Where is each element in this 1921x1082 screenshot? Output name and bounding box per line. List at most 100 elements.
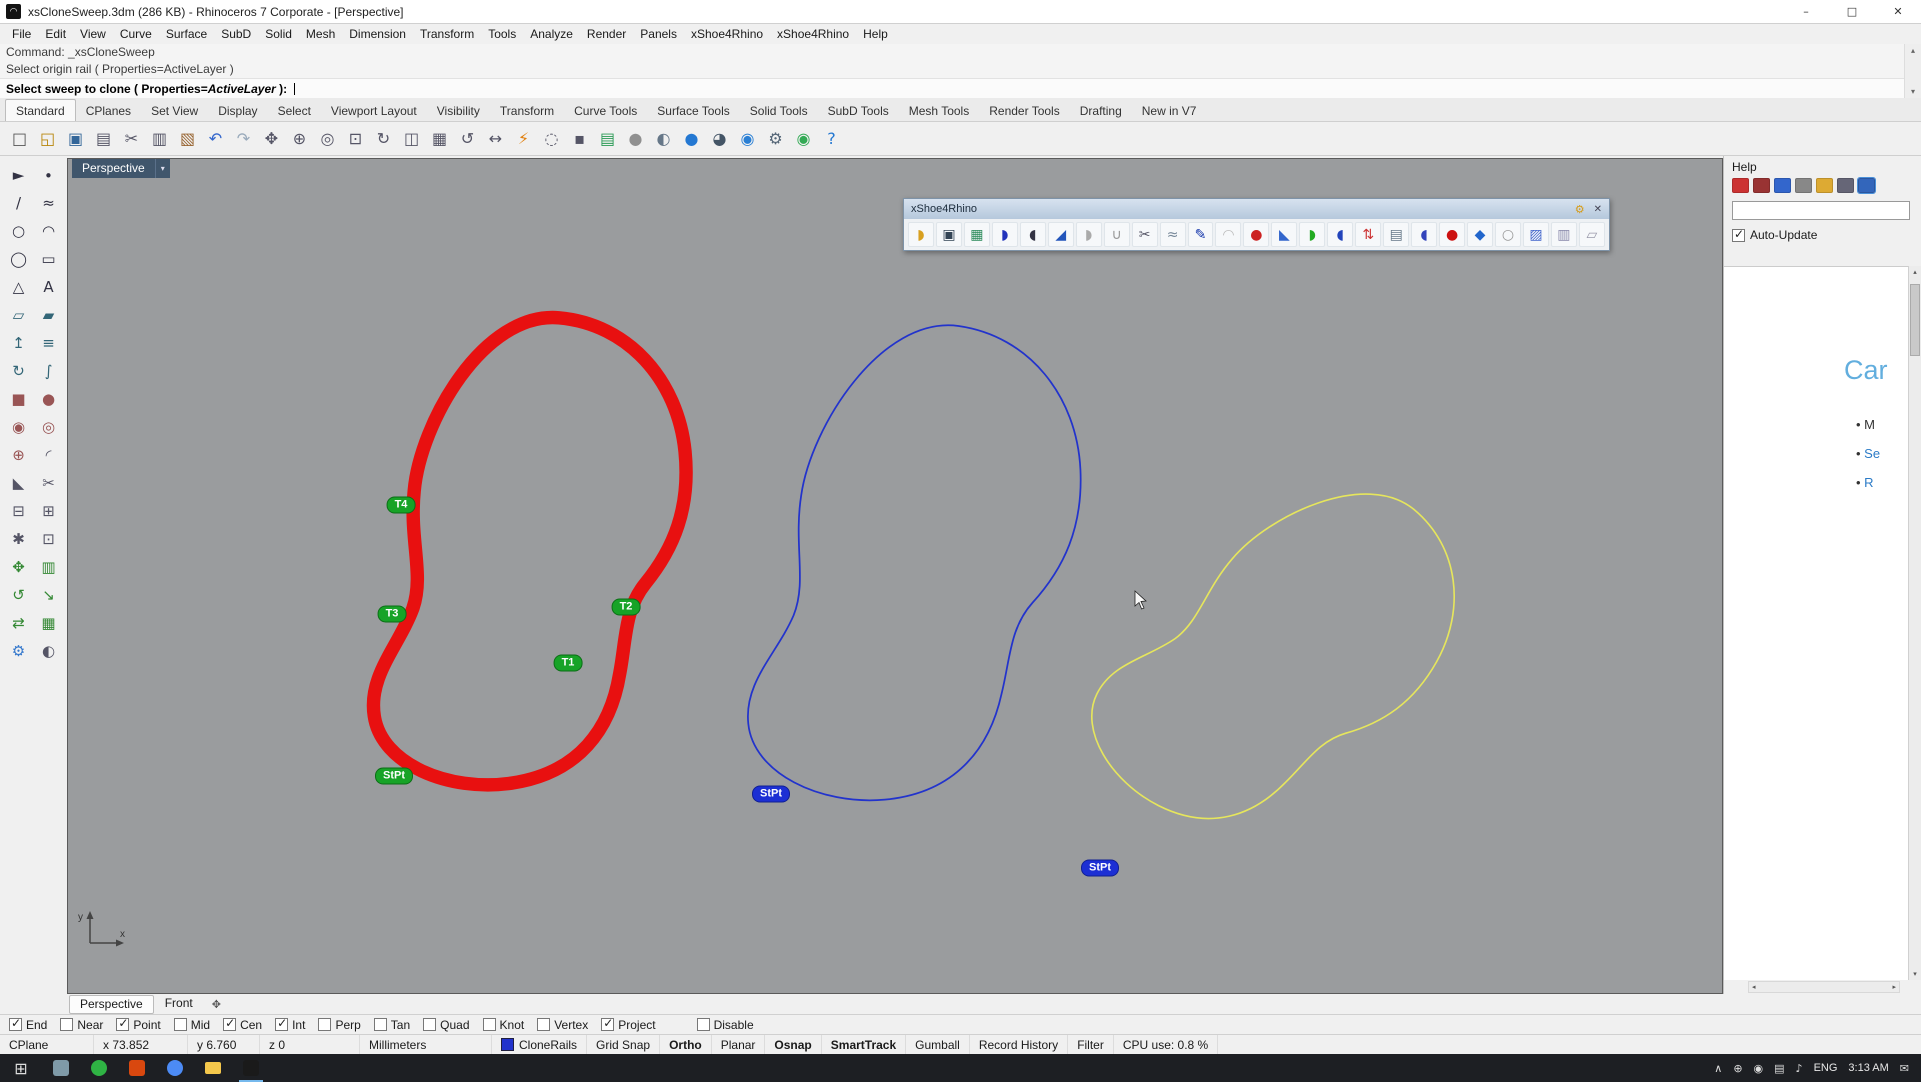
origin-rail-curve[interactable] [366,309,694,794]
curve-icon[interactable]: ≈ [34,189,63,216]
viewport-tab[interactable]: Perspective [69,994,154,1014]
rotate-view-icon[interactable]: ↻ [370,125,397,152]
shield-icon[interactable]: ◉ [1754,1062,1764,1075]
app-green[interactable] [80,1054,118,1082]
rectangle-icon[interactable]: ▭ [34,245,63,272]
menu-item[interactable]: View [73,25,113,43]
wedge-icon[interactable]: ◢ [1047,222,1074,247]
help-sphere-icon[interactable]: ? [818,125,845,152]
toolbar-group-tab[interactable]: CPlanes [76,100,141,121]
help-search-input[interactable] [1732,201,1910,220]
undo-view-icon[interactable]: ↺ [454,125,481,152]
osnap-checkbox[interactable] [318,1018,332,1031]
extrude-icon[interactable]: ↥ [4,329,33,356]
menu-item[interactable]: Surface [159,25,214,43]
help-link[interactable]: R [1856,475,1880,504]
sweep-icon[interactable]: ∫ [34,357,63,384]
viewport-canvas[interactable] [68,159,1723,994]
sketch-pen-icon[interactable]: ✎ [1187,222,1214,247]
ellipse-icon[interactable]: ◯ [4,245,33,272]
command-history[interactable]: Command: _xsCloneSweep Select origin rai… [0,44,1921,98]
statusbar-segment[interactable]: Planar [712,1035,766,1054]
last-dark-icon[interactable]: ◖ [1019,222,1046,247]
osnap-checkbox[interactable] [173,1018,187,1031]
statusbar-segment[interactable]: z 0 [260,1035,360,1054]
green-globe-icon[interactable]: ◉ [790,125,817,152]
open-file-icon[interactable]: ◱ [34,125,61,152]
display-icon[interactable]: ▤ [1774,1062,1784,1075]
layers-panel-icon[interactable] [1753,178,1770,193]
close-button[interactable]: ✕ [1875,0,1921,23]
menu-item[interactable]: Curve [113,25,159,43]
menu-item[interactable]: Solid [258,25,299,43]
rendered-sphere-icon[interactable]: ◕ [706,125,733,152]
statusbar-segment[interactable]: y 6.760 [188,1035,260,1054]
osnap-checkbox[interactable] [275,1016,289,1031]
menu-item[interactable]: Analyze [523,25,580,43]
palette-titlebar[interactable]: xShoe4Rhino ⚙ ✕ [904,199,1609,219]
menu-item[interactable]: SubD [214,25,258,43]
save-icon[interactable]: ▣ [62,125,89,152]
trim-icon[interactable]: ✂ [34,469,63,496]
osnap-toggle[interactable]: Knot [482,1018,524,1032]
toolbar-group-tab[interactable]: Surface Tools [647,100,740,121]
explode-icon[interactable]: ✱ [4,525,33,552]
viewport-title[interactable]: Perspective ▾ [72,159,170,178]
sheet-icon[interactable]: ▱ [1578,222,1605,247]
viewport-title-label[interactable]: Perspective [72,159,155,178]
toolbar-group-tab[interactable]: SubD Tools [818,100,899,121]
quarter-icon[interactable]: ◣ [1271,222,1298,247]
layers-tool-icon[interactable]: ▥ [1550,222,1577,247]
osnap-toggle[interactable]: End [9,1016,47,1032]
redo-icon[interactable]: ↷ [230,125,257,152]
osnap-checkbox[interactable] [537,1018,551,1031]
help-scroll-thumb[interactable] [1910,284,1920,356]
box-icon[interactable]: ■ [4,385,33,412]
paste-icon[interactable]: ▧ [174,125,201,152]
scroll-down-icon[interactable]: ▾ [1913,970,1917,978]
revolve-icon[interactable]: ↻ [4,357,33,384]
toolbar-group-tab[interactable]: Display [208,100,267,121]
toolbar-group-tab[interactable]: Viewport Layout [321,100,427,121]
hide-objects-icon[interactable]: ◌ [538,125,565,152]
statusbar-segment[interactable]: Millimeters [360,1035,492,1054]
perspective-viewport[interactable]: Perspective ▾ T4 T3 T2 T1 StPt StPt StPt xShoe… [67,158,1723,994]
copy-tool-icon[interactable]: ▥ [34,553,63,580]
menu-item[interactable]: Mesh [299,25,342,43]
statusbar-segment[interactable]: CloneRails [492,1035,588,1054]
osnap-toggle[interactable]: Mid [173,1018,210,1032]
select-arrow-icon[interactable]: ► [4,161,33,188]
display-panel-icon[interactable] [1774,178,1791,193]
osnap-toggle[interactable]: Near [60,1018,103,1032]
statusbar-segment[interactable]: x 73.852 [94,1035,188,1054]
auto-update-checkbox[interactable] [1732,227,1745,242]
polygon-icon[interactable]: △ [4,273,33,300]
osnap-checkbox[interactable] [696,1018,710,1031]
scale-icon[interactable]: ↘ [34,581,63,608]
named-views-icon[interactable]: ◫ [398,125,425,152]
menu-item[interactable]: Edit [38,25,73,43]
lightning-icon[interactable]: ⚡ [510,125,537,152]
cut-icon[interactable]: ✂ [118,125,145,152]
palette-gear-icon[interactable]: ⚙ [1575,203,1585,216]
disc-icon[interactable]: ○ [1495,222,1521,247]
toolbar-group-tab[interactable]: Curve Tools [564,100,647,121]
join-icon[interactable]: ⊞ [34,497,63,524]
cylinder-icon[interactable]: ◉ [4,413,33,440]
toe-ball-icon[interactable]: ● [1243,222,1270,247]
pan-icon[interactable]: ✥ [258,125,285,152]
clone-curve-blue[interactable] [740,308,1097,820]
menu-item[interactable]: Dimension [342,25,413,43]
globe-icon[interactable]: ◉ [734,125,761,152]
scroll-down-icon[interactable]: ▾ [1911,87,1915,96]
help-horizontal-scrollbar[interactable]: ◂ ▸ [1748,981,1900,993]
print-icon[interactable]: ▤ [90,125,117,152]
sole-red-icon[interactable]: ● [1439,222,1466,247]
point-icon[interactable]: ∙ [34,161,63,188]
minimize-button[interactable]: – [1783,0,1829,23]
toolbar-group-tab[interactable]: Set View [141,100,208,121]
toolbar-group-tab[interactable]: Solid Tools [740,100,818,121]
app-red[interactable] [118,1054,156,1082]
measure-icon[interactable]: ↔ [482,125,509,152]
insole-icon[interactable]: ◠ [1215,222,1242,247]
